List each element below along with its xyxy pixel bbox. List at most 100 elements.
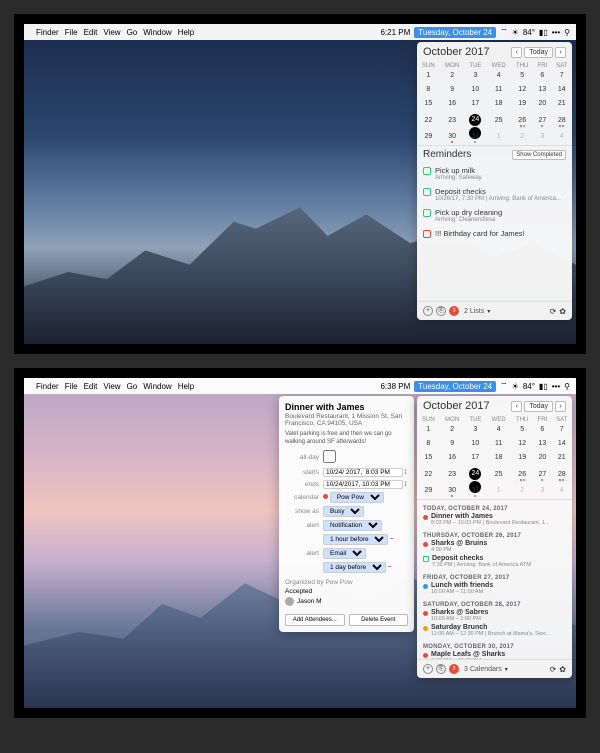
search-icon[interactable]: ⚲ bbox=[564, 382, 570, 391]
menubar-time[interactable]: 6:21 PM bbox=[380, 28, 410, 37]
calendar-day[interactable]: 11 bbox=[486, 438, 511, 452]
remove-alert-icon[interactable]: − bbox=[388, 564, 392, 571]
reminder-item[interactable]: Deposit checks10/26/17, 7:30 PM | Arrivi… bbox=[417, 184, 572, 205]
event-title[interactable]: Dinner with James bbox=[285, 402, 408, 412]
showas-select[interactable]: Busy bbox=[323, 506, 364, 517]
event-item[interactable]: Sharks @ Sabres10:00 AM – 1:00 PM bbox=[423, 608, 566, 623]
calendar-day[interactable]: 29 bbox=[417, 485, 440, 499]
calendar-day[interactable]: 13 bbox=[533, 438, 551, 452]
event-location[interactable]: Boulevard Restaurant, 1 Mission St, San … bbox=[285, 413, 408, 427]
calendar-day[interactable]: 20 bbox=[533, 452, 551, 466]
event-item[interactable]: Dinner with James8:03 PM – 10:03 PM | Bo… bbox=[423, 512, 566, 527]
calendar-day[interactable]: 3 bbox=[533, 131, 551, 145]
notification-badge[interactable]: 3 bbox=[449, 664, 459, 674]
calendar-day[interactable]: 1 bbox=[486, 131, 511, 145]
reminder-checkbox[interactable] bbox=[423, 188, 431, 196]
calendar-day[interactable]: 4 bbox=[486, 70, 511, 84]
calendar-day[interactable]: 1 bbox=[417, 424, 440, 438]
calendar-day[interactable]: 7 bbox=[551, 424, 572, 438]
calendar-day[interactable]: 17 bbox=[465, 98, 487, 112]
calendar-day[interactable]: 8 bbox=[417, 438, 440, 452]
menu-go[interactable]: Go bbox=[127, 28, 138, 37]
calendar-select[interactable]: Pow Pow bbox=[330, 492, 384, 503]
calendar-day[interactable]: 3 bbox=[465, 424, 487, 438]
menubar-date[interactable]: Tuesday, October 24 bbox=[414, 27, 496, 38]
paste-button[interactable]: ⎘ bbox=[436, 664, 446, 674]
calendar-day[interactable]: 19 bbox=[511, 452, 533, 466]
calendar-day[interactable]: 27 bbox=[533, 466, 551, 485]
battery-icon[interactable]: ▮▯ bbox=[539, 28, 548, 37]
reminder-item[interactable]: Pick up dry cleaningArriving: Cleanersfi… bbox=[417, 205, 572, 226]
event-item[interactable]: Sharks @ Bruins4:00 PM bbox=[423, 539, 566, 554]
calendar-day[interactable]: 24 bbox=[465, 112, 487, 131]
reminder-checkbox[interactable] bbox=[423, 230, 431, 238]
alert1-time-select[interactable]: 1 hour before bbox=[323, 534, 388, 545]
calendar-day[interactable]: 5 bbox=[511, 70, 533, 84]
calendar-day[interactable]: 2 bbox=[511, 485, 533, 499]
reminder-checkbox[interactable] bbox=[423, 167, 431, 175]
calendar-day[interactable]: 2 bbox=[440, 424, 465, 438]
refresh-icon[interactable]: ⟳ bbox=[550, 307, 557, 316]
refresh-icon[interactable]: ⟳ bbox=[550, 665, 557, 674]
starts-stepper[interactable]: ⁞ bbox=[405, 469, 407, 476]
calendar-day[interactable]: 17 bbox=[465, 452, 487, 466]
alert2-type-select[interactable]: Email bbox=[323, 548, 366, 559]
calendar-day[interactable]: 4 bbox=[551, 131, 572, 145]
menu-file[interactable]: File bbox=[65, 382, 78, 391]
calendar-day[interactable]: 15 bbox=[417, 98, 440, 112]
calendar-day[interactable]: 8 bbox=[417, 84, 440, 98]
menu-view[interactable]: View bbox=[103, 28, 120, 37]
add-button[interactable]: + bbox=[423, 306, 433, 316]
calendar-day[interactable]: 21 bbox=[551, 98, 572, 112]
delete-event-button[interactable]: Delete Event bbox=[349, 614, 409, 626]
calendar-day[interactable]: 5 bbox=[511, 424, 533, 438]
ends-stepper[interactable]: ⁞ bbox=[405, 481, 407, 488]
add-attendees-button[interactable]: Add Attendees... bbox=[285, 614, 345, 626]
calendar-day[interactable]: 2 bbox=[440, 70, 465, 84]
paste-button[interactable]: ⎘ bbox=[436, 306, 446, 316]
calendar-day[interactable]: 28 bbox=[551, 112, 572, 131]
footer-lists[interactable]: 2 Lists bbox=[464, 308, 484, 315]
menu-go[interactable]: Go bbox=[127, 382, 138, 391]
event-item[interactable]: Deposit checks7:30 PM | Arriving: Bank o… bbox=[423, 554, 566, 569]
calendar-day[interactable]: 29 bbox=[417, 131, 440, 145]
event-note[interactable]: Valet parking is free and then we can go… bbox=[285, 431, 408, 447]
wifi-icon[interactable]: ⌔ bbox=[500, 381, 508, 391]
overflow-icon[interactable]: ••• bbox=[552, 28, 560, 37]
today-button[interactable]: Today bbox=[524, 401, 553, 412]
reminder-item[interactable]: !!! Birthday card for James! bbox=[417, 226, 572, 241]
app-name[interactable]: Finder bbox=[36, 382, 59, 391]
settings-icon[interactable]: ✿ bbox=[559, 665, 566, 674]
calendar-day[interactable]: 2 bbox=[511, 131, 533, 145]
ends-field[interactable] bbox=[323, 480, 403, 489]
overflow-icon[interactable]: ••• bbox=[552, 382, 560, 391]
menu-window[interactable]: Window bbox=[143, 382, 171, 391]
calendar-day[interactable]: 30 bbox=[440, 131, 465, 145]
settings-icon[interactable]: ✿ bbox=[559, 307, 566, 316]
calendar-day[interactable]: 22 bbox=[417, 466, 440, 485]
calendar-day[interactable]: 23 bbox=[440, 466, 465, 485]
calendar-day[interactable]: 26 bbox=[511, 466, 533, 485]
footer-calendars[interactable]: 3 Calendars bbox=[464, 666, 502, 673]
calendar-day[interactable]: 24 bbox=[465, 466, 487, 485]
menu-view[interactable]: View bbox=[103, 382, 120, 391]
prev-month-button[interactable]: ‹ bbox=[511, 47, 522, 58]
calendar-day[interactable]: 1 bbox=[486, 485, 511, 499]
wifi-icon[interactable]: ⌔ bbox=[500, 27, 508, 37]
calendar-day[interactable]: 31 bbox=[465, 131, 487, 145]
calendar-day[interactable]: 4 bbox=[486, 424, 511, 438]
remove-alert-icon[interactable]: − bbox=[390, 536, 394, 543]
calendar-day[interactable]: 4 bbox=[551, 485, 572, 499]
calendar-day[interactable]: 3 bbox=[533, 485, 551, 499]
menu-help[interactable]: Help bbox=[178, 382, 194, 391]
search-icon[interactable]: ⚲ bbox=[564, 28, 570, 37]
alert2-time-select[interactable]: 1 day before bbox=[323, 562, 386, 573]
calendar-day[interactable]: 6 bbox=[533, 70, 551, 84]
calendar-day[interactable]: 18 bbox=[486, 452, 511, 466]
calendar-day[interactable]: 11 bbox=[486, 84, 511, 98]
event-item[interactable]: Saturday Brunch11:00 AM – 12:30 PM | Bru… bbox=[423, 623, 566, 638]
calendar-grid[interactable]: SUNMONTUEWEDTHUFRISAT1234567891011121314… bbox=[417, 62, 572, 145]
calendar-day[interactable]: 13 bbox=[533, 84, 551, 98]
calendar-day[interactable]: 30 bbox=[440, 485, 465, 499]
calendar-day[interactable]: 21 bbox=[551, 452, 572, 466]
